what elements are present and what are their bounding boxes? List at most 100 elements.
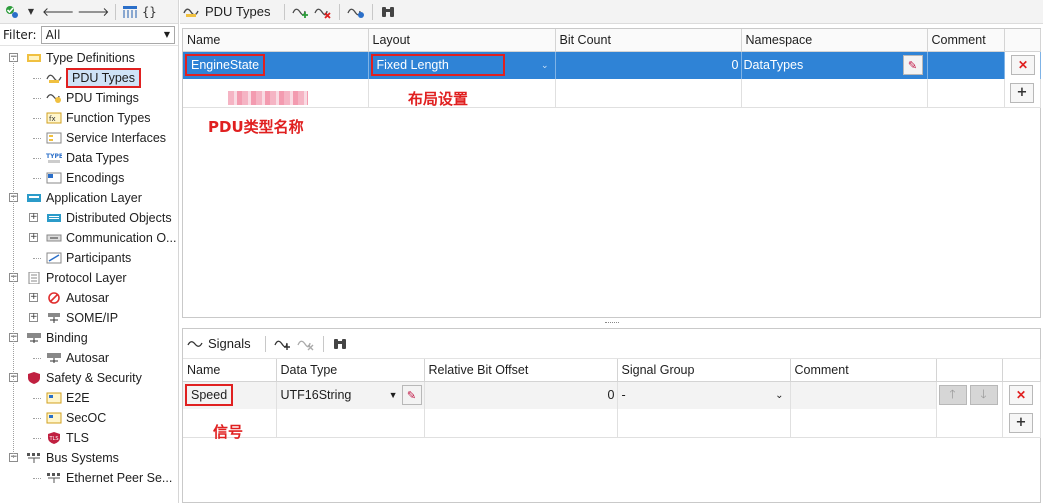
column-header-name[interactable]: Name — [183, 29, 369, 52]
new-row[interactable]: + — [183, 79, 1041, 108]
filter-dropdown[interactable]: All ▼ — [40, 25, 175, 44]
column-header-signal-name[interactable]: Name — [183, 359, 277, 382]
tree-item-autosar[interactable]: Autosar — [0, 348, 178, 368]
tree-item-bus-systems[interactable]: − Bus Systems — [0, 448, 178, 468]
tree-item-safety-security[interactable]: − Safety & Security — [0, 368, 178, 388]
signal-data-type-cell[interactable]: UTF16String ▼ ✎ — [276, 381, 425, 409]
autosar-binding-icon — [46, 351, 62, 365]
delete-row-button[interactable]: ✕ — [1011, 55, 1035, 76]
chevron-down-icon[interactable]: ▼ — [389, 390, 398, 400]
tree-item-service-interfaces[interactable]: Service Interfaces — [0, 128, 178, 148]
signal-name-cell[interactable]: Speed — [183, 381, 277, 409]
delete-pdu-icon[interactable] — [313, 3, 332, 21]
add-signal-icon[interactable] — [346, 3, 365, 21]
tree-item-label: PDU Types — [66, 68, 141, 88]
move-down-button[interactable]: 🡓 — [969, 385, 998, 406]
column-header-data-type[interactable]: Data Type — [276, 359, 425, 382]
remove-signal-icon[interactable] — [297, 335, 315, 353]
signal-group-cell[interactable]: - ⌄ — [617, 381, 791, 409]
braces-icon[interactable]: {} — [141, 3, 157, 21]
move-up-button[interactable]: 🡑 — [938, 385, 967, 406]
tree-item-e2e[interactable]: E2E — [0, 388, 178, 408]
bus-systems-icon — [26, 451, 42, 465]
column-header-bit-count[interactable]: Bit Count — [555, 29, 742, 52]
filter-value: All — [45, 27, 61, 42]
edit-data-type-button[interactable]: ✎ — [401, 385, 422, 406]
tree-item-type-definitions[interactable]: − Type Definitions — [0, 48, 178, 68]
signal-comment-cell[interactable] — [790, 381, 937, 409]
column-header-signal-group[interactable]: Signal Group — [617, 359, 791, 382]
signal-offset-cell[interactable]: 0 — [424, 381, 618, 409]
chevron-down-icon[interactable]: ▼ — [23, 3, 39, 21]
shield-icon — [26, 371, 42, 385]
type-definitions-icon — [26, 51, 42, 65]
delete-signal-button[interactable]: ✕ — [1009, 385, 1033, 406]
chevron-down-icon[interactable]: ⌄ — [541, 60, 549, 71]
table-row[interactable]: EngineState Fixed Length ⌄ 0 DataTypes ✎ — [183, 51, 1041, 79]
tree-item-label: E2E — [66, 391, 90, 405]
tree-item-participants[interactable]: Participants — [0, 248, 178, 268]
columns-icon[interactable] — [122, 3, 138, 21]
column-header-namespace[interactable]: Namespace — [741, 29, 928, 52]
tree-item-label: Function Types — [66, 111, 151, 125]
binoculars-icon[interactable] — [332, 335, 348, 353]
tree-item-autosar[interactable]: + Autosar — [0, 288, 178, 308]
tree-item-secoc[interactable]: SecOC — [0, 408, 178, 428]
tree-item-function-types[interactable]: fx Function Types — [0, 108, 178, 128]
add-signal-button[interactable]: + — [1009, 412, 1033, 433]
tree-item-communication-o[interactable]: + Communication O... — [0, 228, 178, 248]
tree-item-some-ip[interactable]: + SOME/IP — [0, 308, 178, 328]
validate-icon[interactable] — [4, 3, 20, 21]
binoculars-icon[interactable] — [380, 3, 396, 21]
tree-item-data-types[interactable]: TYPE Data Types — [0, 148, 178, 168]
pdu-namespace-cell[interactable]: DataTypes ✎ — [741, 51, 928, 79]
pdu-comment-cell[interactable] — [927, 51, 1005, 79]
table-row[interactable]: Speed UTF16String ▼ ✎ 0 - ⌄ 🡑 🡓 ✕ — [183, 381, 1041, 409]
column-header-signal-comment[interactable]: Comment — [790, 359, 937, 382]
tree-item-label: Participants — [66, 251, 132, 265]
signal-data-type-value: UTF16String — [280, 388, 352, 403]
tree-item-protocol-layer[interactable]: − Protocol Layer — [0, 268, 178, 288]
expand-icon[interactable]: + — [29, 233, 38, 242]
tree-item-ethernet-peer-se[interactable]: Ethernet Peer Se... — [0, 468, 178, 488]
tree-item-application-layer[interactable]: − Application Layer — [0, 188, 178, 208]
expand-icon[interactable]: + — [29, 213, 38, 222]
forward-arrow-icon[interactable]: 🡒 — [77, 3, 109, 21]
column-header-delete — [1002, 359, 1041, 382]
add-pdu-icon[interactable] — [291, 3, 310, 21]
add-signal-icon[interactable] — [274, 335, 292, 353]
pdu-name-cell[interactable]: EngineState — [183, 51, 369, 79]
editor-pane: PDU Types Name Layout Bit Count Namespac — [180, 0, 1043, 503]
tree-item-distributed-objects[interactable]: + Distributed Objects — [0, 208, 178, 228]
signal-delete-cell: ✕ — [1002, 381, 1041, 409]
pane-splitter[interactable] — [180, 320, 1043, 326]
tree-item-pdu-types[interactable]: PDU Types — [0, 68, 178, 88]
column-header-relative-bit-offset[interactable]: Relative Bit Offset — [424, 359, 618, 382]
tree-item-label: Service Interfaces — [66, 131, 167, 145]
tree-connector — [33, 98, 41, 99]
tree-item-encodings[interactable]: Encodings — [0, 168, 178, 188]
column-header-move — [936, 359, 1003, 382]
add-row-button[interactable]: + — [1010, 82, 1034, 103]
signal-offset-value: 0 — [607, 388, 615, 403]
chevron-down-icon[interactable]: ⌄ — [775, 390, 783, 401]
signals-toolbar: Signals — [183, 329, 1040, 359]
e2e-icon — [46, 391, 62, 405]
pdu-name-annotation: PDU类型名称 — [208, 118, 304, 136]
tree-item-pdu-timings[interactable]: PDU Timings — [0, 88, 178, 108]
tree-item-binding[interactable]: − Binding — [0, 328, 178, 348]
back-arrow-icon[interactable]: 🡐 — [42, 3, 74, 21]
pdu-bit-count-value: 0 — [731, 58, 739, 73]
pdu-layout-cell[interactable]: Fixed Length ⌄ — [368, 51, 556, 79]
column-header-layout[interactable]: Layout — [368, 29, 556, 52]
new-signal-row[interactable]: + — [183, 409, 1041, 438]
pdu-name-value: EngineState — [185, 54, 266, 77]
pdu-bit-count-cell[interactable]: 0 — [555, 51, 742, 79]
tree-item-tls[interactable]: TLS TLS — [0, 428, 178, 448]
application-layer-icon — [26, 191, 42, 205]
expand-icon[interactable]: + — [29, 313, 38, 322]
column-header-comment[interactable]: Comment — [927, 29, 1005, 52]
edit-namespace-button[interactable]: ✎ — [902, 55, 923, 76]
tree-item-label: Autosar — [66, 351, 110, 365]
expand-icon[interactable]: + — [29, 293, 38, 302]
